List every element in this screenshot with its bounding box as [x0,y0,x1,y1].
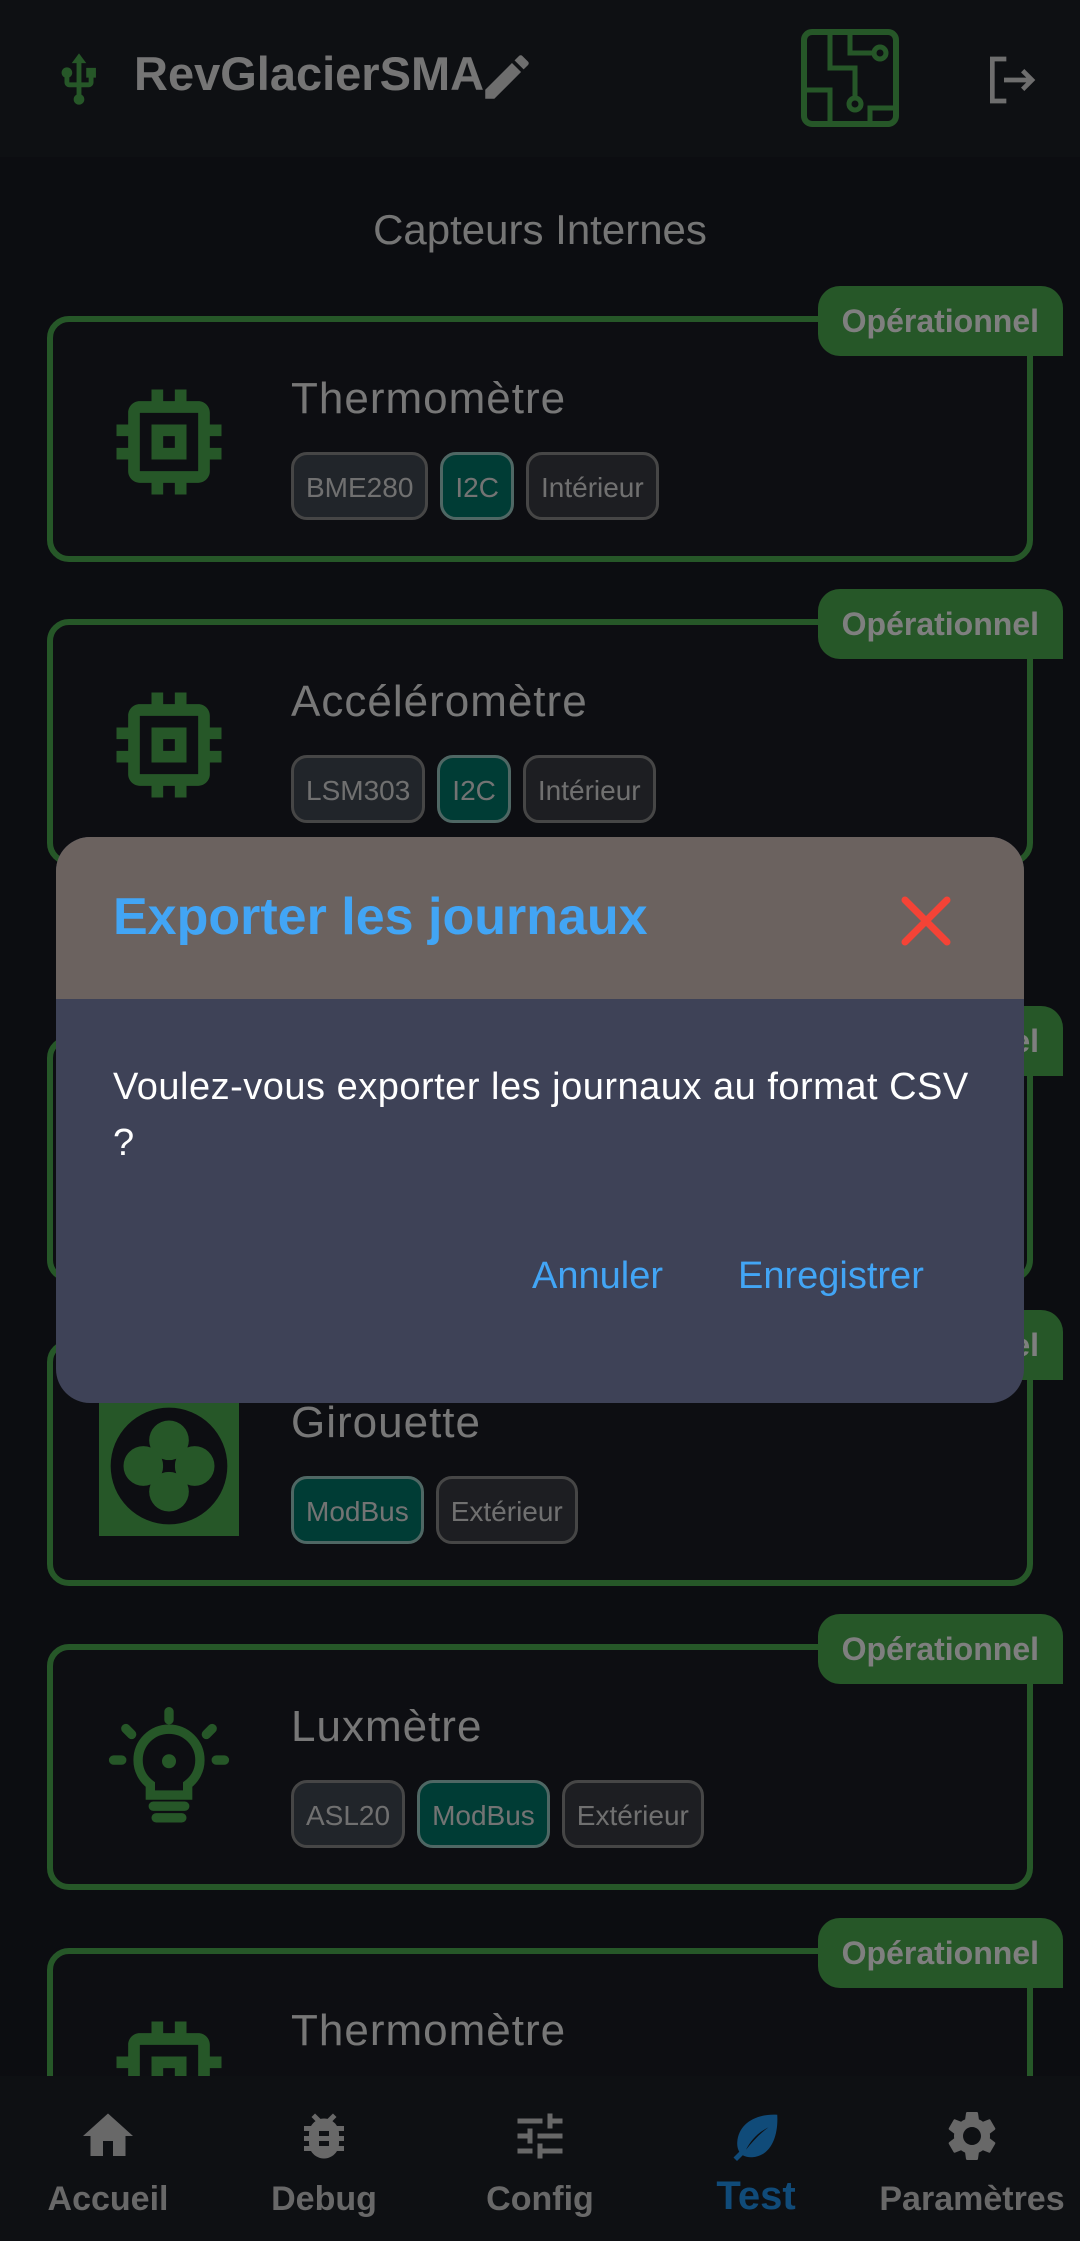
dialog-message: Voulez-vous exporter les journaux au for… [113,1066,969,1164]
dialog-title: Exporter les journaux [113,888,648,946]
export-logs-dialog: Exporter les journaux Voulez-vous export… [56,837,1024,1403]
save-button[interactable]: Enregistrer [738,1255,924,1298]
cancel-button[interactable]: Annuler [532,1255,663,1298]
close-icon[interactable] [898,893,954,949]
